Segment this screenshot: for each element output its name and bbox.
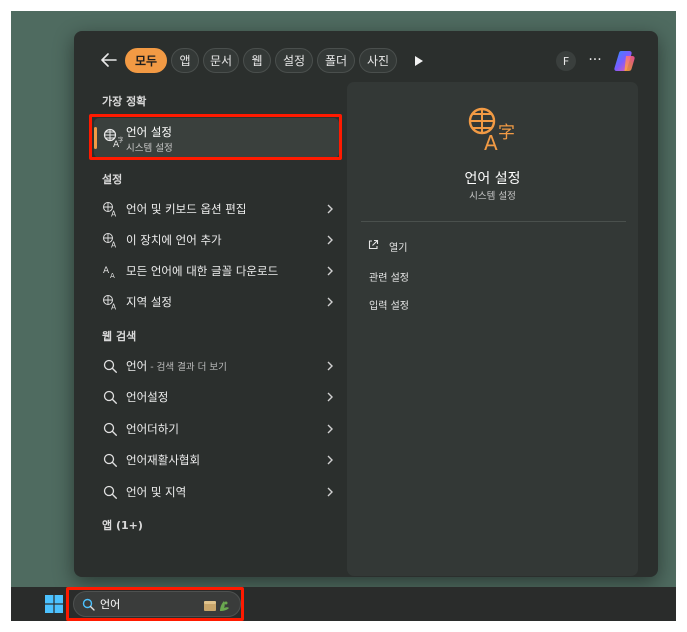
search-icon xyxy=(103,485,117,499)
preview-subtitle: 시스템 설정 xyxy=(469,191,516,202)
font-icon: A A xyxy=(103,266,115,279)
settings-item-label: 이 장치에 언어 추가 xyxy=(126,233,222,247)
search-icon xyxy=(103,359,117,373)
tab-documents[interactable]: 문서 xyxy=(203,48,239,73)
language-settings-icon: A xyxy=(103,202,117,218)
taskbar-search-box[interactable] xyxy=(73,591,241,617)
best-match-language-settings[interactable]: A 字 언어 설정 시스템 설정 xyxy=(94,118,339,158)
tab-settings[interactable]: 설정 xyxy=(275,48,313,73)
best-match-subtitle: 시스템 설정 xyxy=(126,143,173,154)
chevron-right-icon xyxy=(327,361,333,371)
tab-apps[interactable]: 앱 xyxy=(171,48,199,73)
taskbar xyxy=(11,587,676,621)
language-settings-icon: A 字 xyxy=(103,128,123,148)
web-search-item[interactable]: 언어설정 xyxy=(94,383,339,411)
profile-avatar[interactable]: F xyxy=(556,51,576,71)
svg-text:A: A xyxy=(111,210,117,218)
svg-text:A: A xyxy=(110,272,115,279)
web-search-item[interactable]: 언어재활사협회 xyxy=(94,446,339,474)
taskbar-search-input[interactable] xyxy=(100,596,190,612)
back-button[interactable] xyxy=(98,49,120,71)
more-options-button[interactable]: ··· xyxy=(584,51,606,71)
chevron-right-icon xyxy=(327,266,333,276)
filter-bar: 모두 앱 문서 웹 설정 폴더 사진 F ··· xyxy=(74,31,658,87)
web-search-more-results: - 검색 결과 더 보기 xyxy=(147,362,227,373)
web-search-item-label: 언어더하기 xyxy=(126,422,179,436)
search-highlight-decoration-icon xyxy=(204,601,229,611)
tab-web[interactable]: 웹 xyxy=(243,48,271,73)
best-match-title: 언어 설정 xyxy=(126,125,172,139)
web-search-item[interactable]: 언어더하기 xyxy=(94,415,339,443)
back-arrow-icon xyxy=(101,53,117,67)
chevron-right-icon xyxy=(327,424,333,434)
tab-all[interactable]: 모두 xyxy=(125,48,167,73)
svg-text:字: 字 xyxy=(498,123,515,143)
svg-text:字: 字 xyxy=(118,136,123,144)
web-search-item[interactable]: 언어 - 검색 결과 더 보기 xyxy=(94,352,339,380)
chevron-right-icon xyxy=(327,487,333,497)
divider xyxy=(361,221,626,222)
svg-text:A: A xyxy=(484,131,498,152)
settings-item-download-fonts[interactable]: A A 모든 언어에 대한 글꼴 다운로드 xyxy=(94,257,339,285)
search-icon xyxy=(103,390,117,404)
chevron-right-icon xyxy=(327,297,333,307)
best-match-heading: 가장 정확 xyxy=(102,95,147,108)
svg-text:A: A xyxy=(111,303,117,311)
settings-item-label: 언어 및 키보드 옵션 편집 xyxy=(126,202,247,216)
search-icon xyxy=(82,598,95,611)
web-search-item-label: 언어 및 지역 xyxy=(126,485,187,499)
apps-heading[interactable]: 앱 (1+) xyxy=(102,517,143,533)
settings-heading: 설정 xyxy=(102,173,123,186)
language-settings-icon: A xyxy=(103,295,117,311)
chevron-right-icon xyxy=(327,204,333,214)
chevron-right-icon xyxy=(327,392,333,402)
svg-text:A: A xyxy=(111,241,117,249)
open-label: 열기 xyxy=(389,243,408,254)
tab-folders[interactable]: 폴더 xyxy=(317,48,355,73)
windows-start-icon[interactable] xyxy=(45,595,63,613)
settings-item-region[interactable]: A 지역 설정 xyxy=(94,288,339,316)
open-external-icon xyxy=(368,239,379,250)
web-search-query: 언어 xyxy=(126,359,148,373)
chevron-right-icon xyxy=(327,235,333,245)
search-icon xyxy=(103,453,117,467)
chevron-right-icon xyxy=(327,455,333,465)
web-search-item-label: 언어재활사협회 xyxy=(126,453,201,467)
settings-item-label: 모든 언어에 대한 글꼴 다운로드 xyxy=(126,264,279,278)
web-search-item[interactable]: 언어 및 지역 xyxy=(94,478,339,506)
tab-photos[interactable]: 사진 xyxy=(359,48,397,73)
copilot-icon[interactable] xyxy=(612,48,638,74)
search-panel: 모두 앱 문서 웹 설정 폴더 사진 F ··· 가장 정확 A 字 언어 설정… xyxy=(74,31,658,577)
input-settings-link[interactable]: 입력 설정 xyxy=(369,297,409,312)
preview-pane: A 字 언어 설정 시스템 설정 열기 관련 설정 입력 설정 xyxy=(347,82,638,576)
more-filters-play-icon[interactable] xyxy=(409,52,427,70)
web-search-heading: 웹 검색 xyxy=(102,330,137,343)
search-icon xyxy=(103,422,117,436)
settings-item-add-language[interactable]: A 이 장치에 언어 추가 xyxy=(94,226,339,254)
preview-title: 언어 설정 xyxy=(464,171,521,187)
svg-text:A: A xyxy=(103,266,110,276)
related-settings-heading: 관련 설정 xyxy=(369,273,409,284)
settings-item-label: 지역 설정 xyxy=(126,295,172,309)
web-search-item-label: 언어 - 검색 결과 더 보기 xyxy=(126,358,227,374)
settings-item-edit-language-keyboard[interactable]: A 언어 및 키보드 옵션 편집 xyxy=(94,195,339,223)
language-settings-icon: A xyxy=(103,233,117,249)
web-search-item-label: 언어설정 xyxy=(126,390,169,404)
language-settings-icon: A 字 xyxy=(468,107,515,152)
selection-accent xyxy=(94,127,97,149)
